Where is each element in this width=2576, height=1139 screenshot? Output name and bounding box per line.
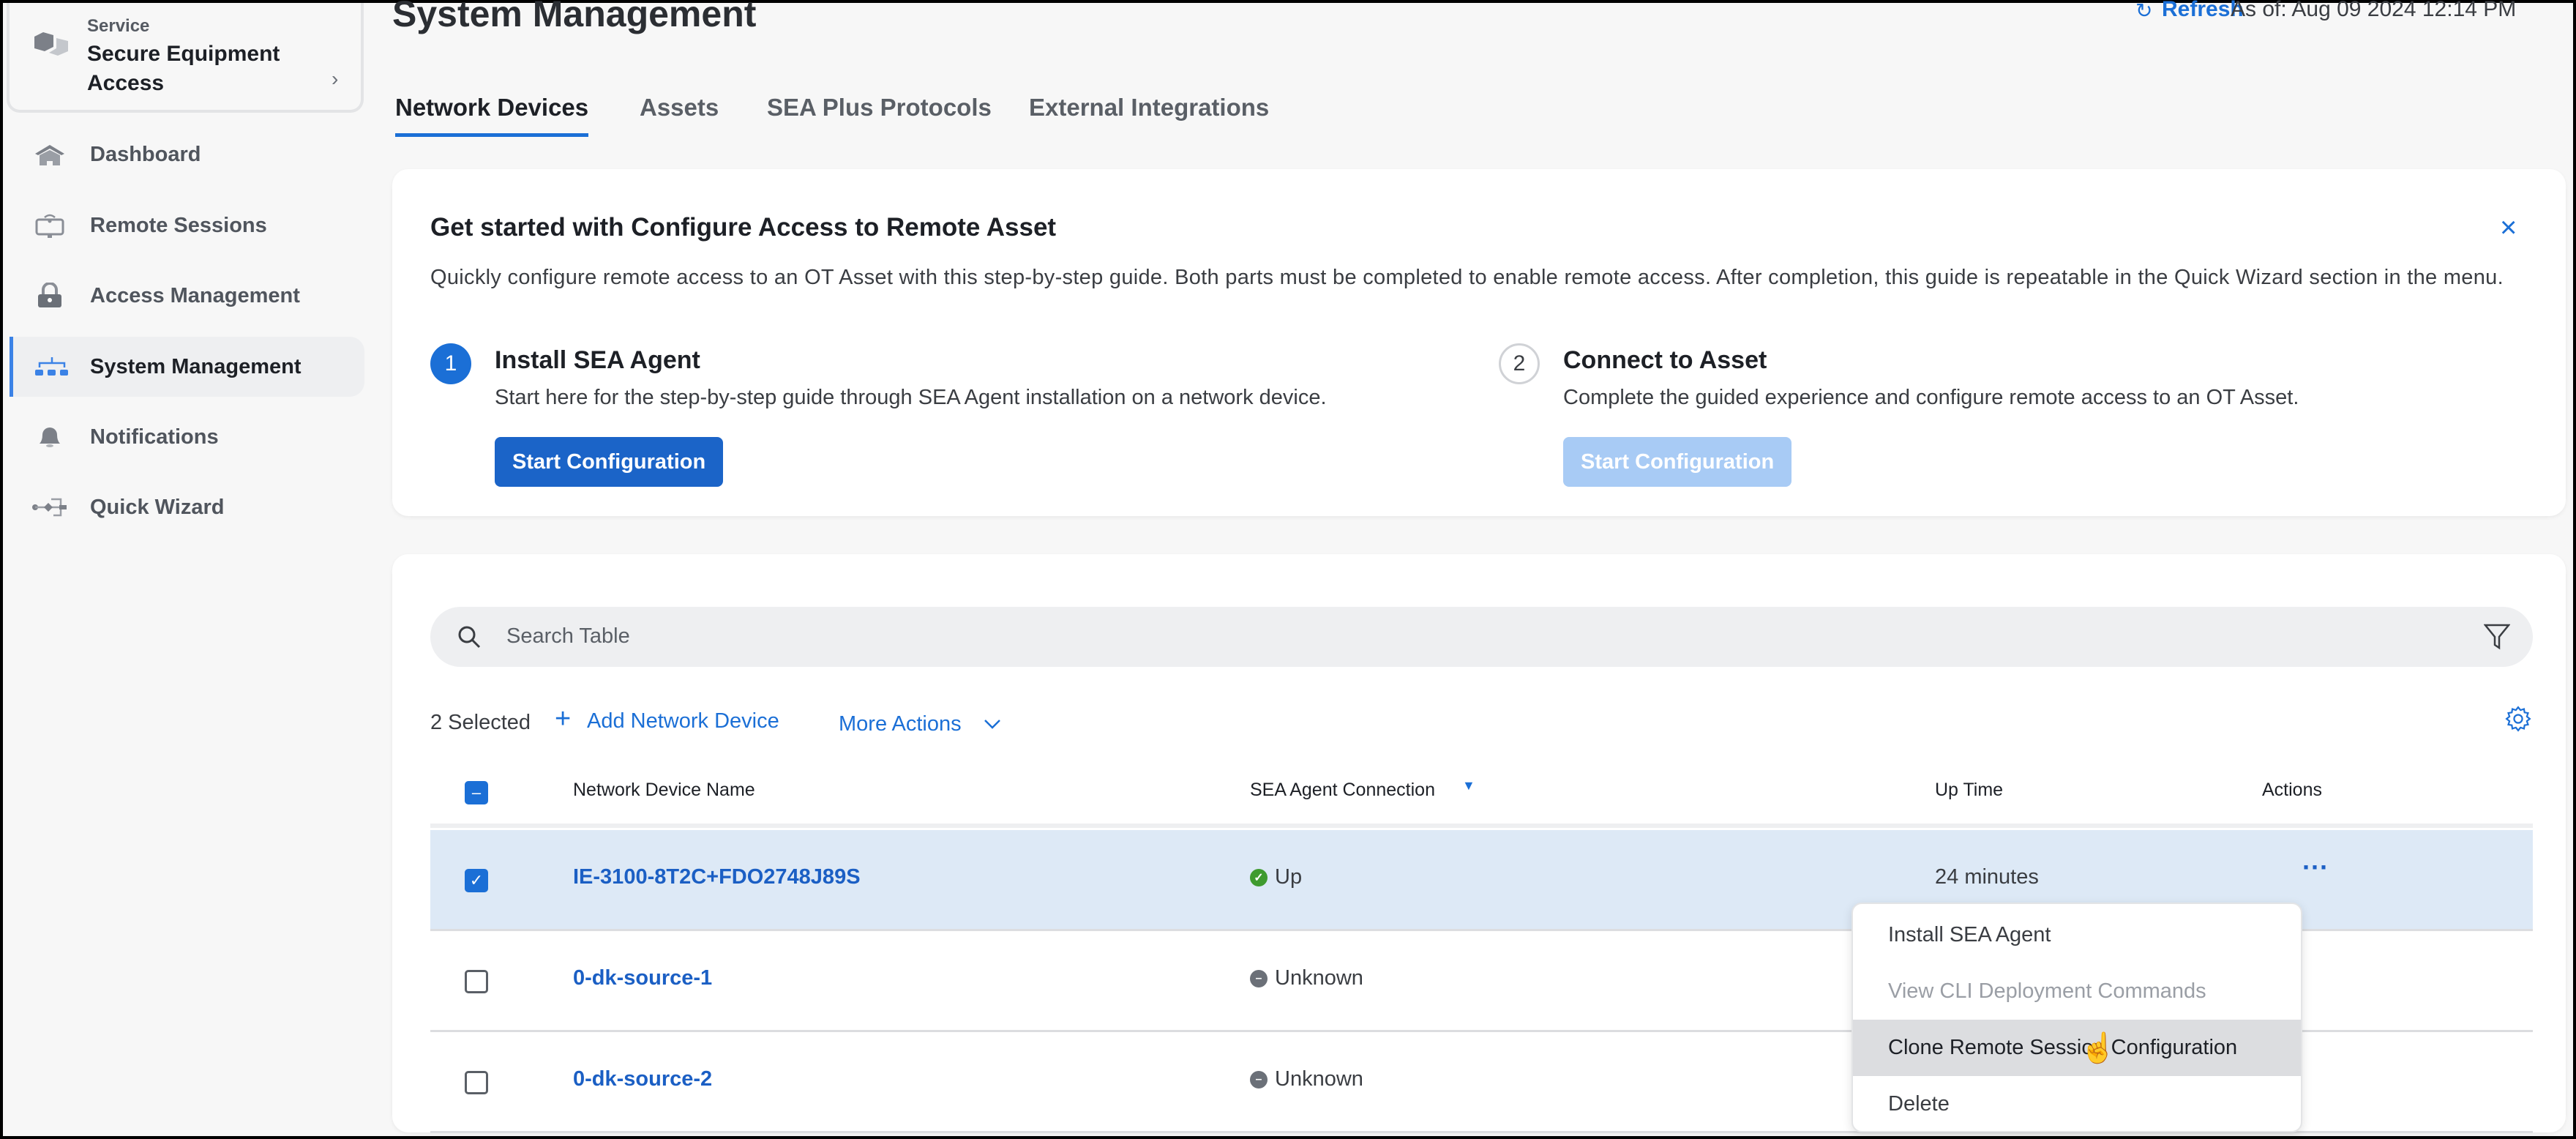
step-title: Install SEA Agent: [495, 346, 700, 374]
sidebar-item-system-management[interactable]: System Management: [10, 337, 364, 397]
check-circle-icon: ✓: [1250, 868, 1268, 886]
service-label: Service: [87, 16, 150, 36]
select-all-checkbox[interactable]: –: [465, 781, 488, 804]
connection-status: ✓ Up: [1250, 865, 1302, 889]
device-name-link[interactable]: IE-3100-8T2C+FDO2748J89S: [573, 865, 861, 889]
menu-item-install-sea-agent[interactable]: Install SEA Agent: [1853, 907, 2301, 963]
service-switcher[interactable]: Service Secure Equipment Access ›: [7, 3, 364, 113]
column-header-actions: Actions: [2262, 780, 2322, 800]
minus-circle-icon: –: [1250, 969, 1268, 987]
step-text: Complete the guided experience and confi…: [1563, 386, 2299, 409]
last-updated-timestamp: As of: Aug 09 2024 12:14 PM: [2231, 0, 2517, 21]
sidebar-item-remote-sessions[interactable]: Remote Sessions: [10, 195, 364, 255]
column-header-up-time[interactable]: Up Time: [1935, 780, 2003, 801]
connection-status: – Unknown: [1250, 1067, 1363, 1091]
row-checkbox[interactable]: [465, 970, 488, 993]
add-network-device-button[interactable]: Add Network Device: [587, 709, 779, 733]
start-configuration-button-disabled[interactable]: Start Configuration: [1563, 437, 1792, 487]
home-icon: [10, 143, 90, 165]
more-options-icon[interactable]: ···: [2302, 852, 2329, 883]
device-name-link[interactable]: 0-dk-source-2: [573, 1067, 712, 1091]
device-name-link[interactable]: 0-dk-source-1: [573, 966, 712, 990]
up-time: 24 minutes: [1935, 865, 2039, 889]
step-number: 2: [1499, 343, 1540, 384]
hand-cursor-icon: ☝: [2080, 1032, 2116, 1064]
guide-description: Quickly configure remote access to an OT…: [430, 266, 2504, 289]
sidebar-item-access-management[interactable]: Access Management: [10, 266, 364, 326]
search-input[interactable]: Search Table: [430, 607, 2533, 667]
column-header-sea-agent-connection[interactable]: SEA Agent Connection: [1250, 780, 1435, 801]
page-title: System Management: [392, 0, 757, 34]
step-text: Start here for the step-by-step guide th…: [495, 386, 1327, 409]
bell-icon: [10, 426, 90, 448]
search-icon: [458, 626, 481, 649]
refresh-icon[interactable]: ↻: [2135, 0, 2152, 23]
selected-count: 2 Selected: [430, 711, 531, 734]
tab-sea-plus-protocols[interactable]: SEA Plus Protocols: [767, 94, 992, 133]
menu-item-view-cli-deployment-commands[interactable]: View CLI Deployment Commands: [1853, 963, 2301, 1020]
chevron-down-icon: [984, 720, 1000, 729]
row-checkbox[interactable]: [465, 1071, 488, 1094]
service-name: Secure Equipment Access: [87, 42, 280, 95]
step-title: Connect to Asset: [1563, 346, 1767, 374]
tab-external-integrations[interactable]: External Integrations: [1029, 94, 1269, 133]
sidebar-item-dashboard[interactable]: Dashboard: [10, 124, 364, 184]
start-configuration-button[interactable]: Start Configuration: [495, 437, 724, 487]
close-icon[interactable]: ×: [2500, 212, 2517, 244]
plus-icon[interactable]: +: [555, 703, 571, 735]
sort-descending-icon[interactable]: ▼: [1462, 778, 1475, 793]
menu-item-delete[interactable]: Delete: [1853, 1076, 2301, 1131]
gear-icon[interactable]: [2504, 705, 2532, 733]
network-tree-icon: [13, 357, 90, 376]
app-window: Service Secure Equipment Access › Dashbo…: [3, 0, 2573, 1136]
lock-icon: [10, 283, 90, 309]
tab-assets[interactable]: Assets: [640, 94, 719, 133]
menu-item-clone-remote-session-configuration[interactable]: Clone Remote Session Configuration: [1853, 1020, 2301, 1076]
step-number: 1: [430, 343, 471, 384]
workflow-icon: [10, 496, 90, 518]
connection-status: – Unknown: [1250, 966, 1363, 990]
sidebar-item-notifications[interactable]: Notifications: [10, 407, 364, 467]
minus-circle-icon: –: [1250, 1070, 1268, 1088]
guide-title: Get started with Configure Access to Rem…: [430, 213, 1057, 242]
getting-started-guide: Get started with Configure Access to Rem…: [392, 169, 2566, 516]
tab-network-devices[interactable]: Network Devices: [395, 94, 589, 137]
remote-monitor-icon: [10, 212, 90, 239]
sidebar-item-quick-wizard[interactable]: Quick Wizard: [10, 477, 364, 537]
service-logo-icon: [34, 32, 68, 56]
filter-icon[interactable]: [2484, 623, 2510, 651]
row-actions-menu: Install SEA Agent View CLI Deployment Co…: [1852, 903, 2302, 1132]
more-actions-dropdown[interactable]: More Actions: [839, 712, 962, 736]
row-checkbox-checked[interactable]: ✓: [465, 869, 488, 892]
search-placeholder: Search Table: [506, 624, 630, 648]
header-divider: [430, 824, 2533, 828]
column-header-name[interactable]: Network Device Name: [573, 780, 755, 801]
chevron-right-icon: ›: [332, 67, 339, 90]
